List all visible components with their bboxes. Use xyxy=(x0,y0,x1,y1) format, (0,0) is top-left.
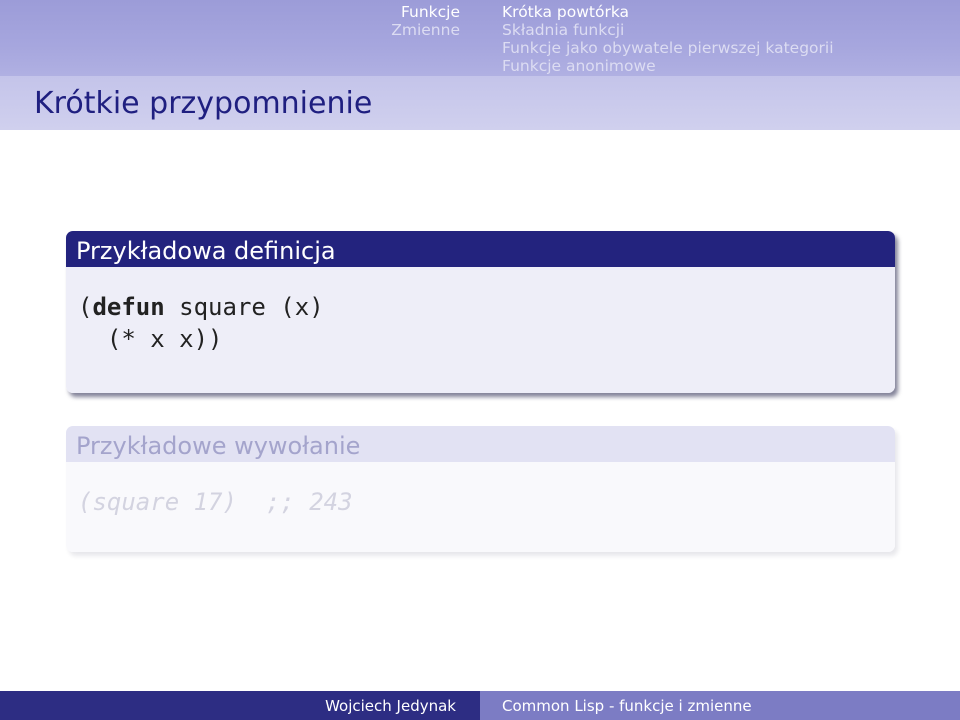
code-open-paren: ( xyxy=(78,293,93,321)
footer-talk-title: Common Lisp - funkcje i zmienne xyxy=(480,691,960,720)
call-example-block-title: Przykładowe wywołanie xyxy=(66,426,895,462)
navigation-header: Funkcje Zmienne Krótka powtórka Składnia… xyxy=(0,0,960,76)
footer: Wojciech Jedynak Common Lisp - funkcje i… xyxy=(0,691,960,720)
code-call-line: (square 17) ;; 243 xyxy=(78,488,353,516)
nav-subsection-krotka-powtorka[interactable]: Krótka powtórka xyxy=(502,3,834,21)
subsection-navigation: Krótka powtórka Składnia funkcji Funkcje… xyxy=(502,3,834,75)
definition-code: (defun square (x) (* x x)) xyxy=(66,267,895,393)
code-line-2: (* x x)) xyxy=(78,325,223,353)
definition-block: Przykładowa definicja (defun square (x) … xyxy=(66,231,895,393)
code-line-1: (defun square (x) xyxy=(78,291,895,323)
call-example-block: Przykładowe wywołanie (square 17) ;; 243 xyxy=(66,426,895,552)
page-title: Krótkie przypomnienie xyxy=(34,86,373,121)
code-signature: square (x) xyxy=(164,293,324,321)
footer-author: Wojciech Jedynak xyxy=(0,691,480,720)
definition-block-title: Przykładowa definicja xyxy=(66,231,895,267)
nav-section-zmienne[interactable]: Zmienne xyxy=(391,21,460,39)
nav-subsection-funkcje-obywatele[interactable]: Funkcje jako obywatele pierwszej kategor… xyxy=(502,39,834,57)
nav-section-funkcje[interactable]: Funkcje xyxy=(391,3,460,21)
section-navigation: Funkcje Zmienne xyxy=(391,3,460,39)
frame-title-bar: Krótkie przypomnienie xyxy=(0,76,960,130)
nav-subsection-funkcje-anonimowe[interactable]: Funkcje anonimowe xyxy=(502,57,834,75)
nav-subsection-skladnia-funkcji[interactable]: Składnia funkcji xyxy=(502,21,834,39)
call-example-code: (square 17) ;; 243 xyxy=(66,462,895,552)
code-keyword-defun: defun xyxy=(92,293,165,321)
